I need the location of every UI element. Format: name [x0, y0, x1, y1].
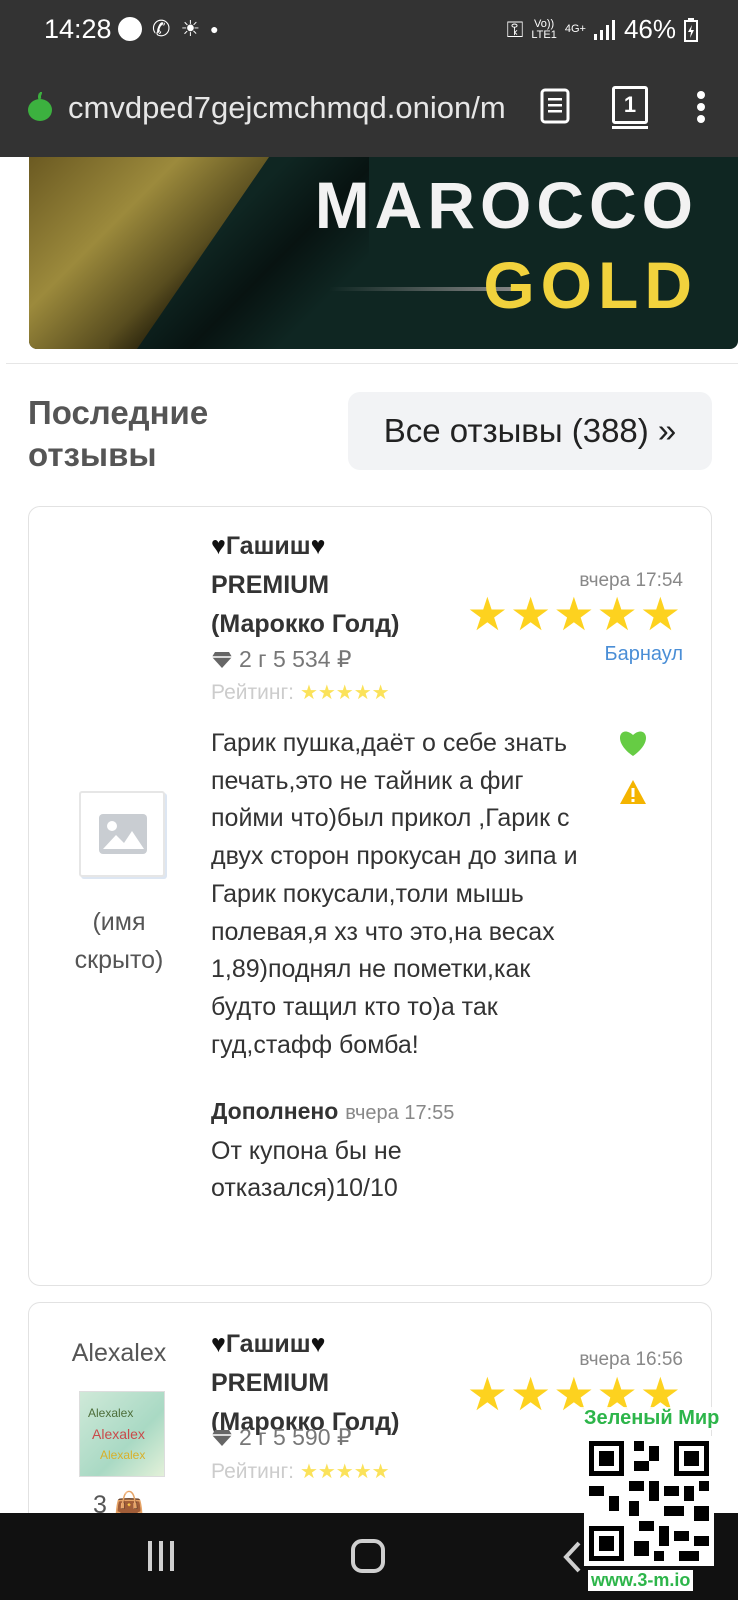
weather-icon: ☀ [180, 16, 201, 41]
volte-indicator: Vo)) LTE1 [531, 17, 557, 41]
qr-code-icon [584, 1436, 714, 1566]
watermark-title: Зеленый Мир [580, 1407, 724, 1430]
review-addon: Дополнено вчера 17:55 От купона бы не от… [211, 1093, 591, 1208]
image-placeholder-icon [99, 814, 147, 854]
product-banner[interactable]: MAROCCO GOLD [29, 157, 738, 349]
divider [6, 363, 738, 364]
signal-icon [593, 19, 615, 40]
black-heart-icon: ♥ [211, 532, 226, 560]
back-button[interactable] [562, 1541, 582, 1573]
review-card: (имя скрыто) ♥Гашиш♥ PREMIUM (Марокко Го… [28, 506, 712, 1286]
heart-like-icon[interactable] [617, 729, 649, 757]
tabs-button[interactable]: 1 [612, 86, 648, 129]
diamond-icon [212, 1429, 232, 1446]
black-heart-icon: ♥ [211, 1330, 226, 1358]
all-reviews-button[interactable]: Все отзывы (388) » [348, 392, 712, 470]
status-right: ⚿ Vo)) LTE1 4G+ 46% [507, 14, 698, 45]
browser-toolbar: cmvdped7gejcmchmqd.onion/m 1 [0, 62, 738, 157]
tab-count: 1 [623, 92, 637, 117]
addon-date: вчера 17:55 [345, 1102, 455, 1124]
weight-price: 2 г 5 534 ₽ [211, 646, 352, 673]
avatar[interactable]: Alexalex Alexalex Alexalex [79, 1391, 165, 1477]
product-rating: Рейтинг: ★★★★★ [211, 1459, 390, 1484]
home-button[interactable] [351, 1539, 385, 1573]
report-warning-icon[interactable] [619, 779, 647, 805]
battery-charging-icon [684, 17, 698, 42]
banner-subtitle: GOLD [483, 248, 698, 322]
overflow-menu-icon[interactable] [696, 90, 706, 124]
status-icons: ✆ ☀ ● [118, 16, 219, 42]
battery-percent: 46% [623, 14, 676, 44]
product-rating: Рейтинг: ★★★★★ [211, 680, 390, 705]
diamond-icon [212, 651, 232, 668]
section-title: Последние отзывы [28, 394, 209, 473]
vpn-key-icon: ⚿ [506, 16, 524, 42]
status-bar: 14:28 ✆ ☀ ● ⚿ Vo)) LTE1 4G+ 46% [0, 0, 738, 62]
product-name[interactable]: ♥Гашиш♥ PREMIUM (Марокко Голд) [211, 527, 399, 644]
addon-text: От купона бы не отказался)10/10 [211, 1136, 402, 1203]
weight-price: 2 г 5 590 ₽ [211, 1424, 352, 1451]
black-heart-icon: ♥ [310, 1330, 326, 1358]
network-type: 4G+ [564, 23, 586, 35]
banner-title: MAROCCO [314, 168, 698, 242]
rating-stars: ★★★★★ [299, 682, 390, 704]
recent-apps-button[interactable] [146, 1541, 176, 1571]
black-heart-icon: ♥ [310, 532, 326, 560]
watermark-url: www.3-m.io [588, 1570, 694, 1591]
addon-label: Дополнено [211, 1098, 339, 1124]
avatar-placeholder [79, 791, 165, 877]
reviewer-name: (имя скрыто) [74, 908, 164, 974]
rating-stars: ★★★★★ [299, 1461, 390, 1483]
reviewer-name[interactable]: Alexalex [29, 1339, 209, 1368]
phone-icon: ✆ [152, 16, 171, 41]
review-stars: ★★★★★ [466, 588, 683, 640]
city-link[interactable]: Барнаул [604, 643, 683, 666]
url-field[interactable]: cmvdped7gejcmchmqd.onion/m [68, 90, 516, 126]
more-notifications-icon: ● [210, 21, 219, 37]
onion-icon [28, 92, 52, 121]
status-time: 14:28 [44, 14, 112, 44]
notification-dot-icon [118, 17, 142, 41]
reader-mode-icon[interactable] [540, 88, 570, 124]
review-text: Гарик пушка,даёт о себе знать печать,это… [211, 729, 578, 1059]
